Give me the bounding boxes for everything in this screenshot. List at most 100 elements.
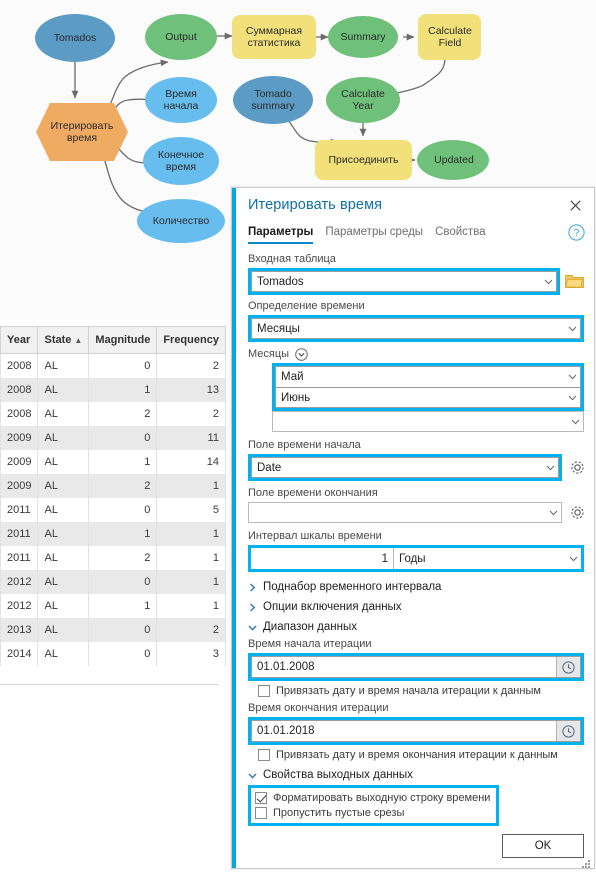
- checkbox-label-bind-start: Привязать дату и время начала итерации к…: [276, 685, 541, 697]
- column-header-state[interactable]: State ▲: [37, 326, 90, 354]
- iteration-start-input[interactable]: 01.01.2008: [251, 656, 581, 678]
- table-cell-frequency: 5: [156, 498, 226, 522]
- highlight-time-interval: 1 Годы: [248, 545, 584, 572]
- ok-button[interactable]: OK: [502, 834, 584, 858]
- month-combobox-1[interactable]: Май: [275, 366, 581, 387]
- table-cell-magnitude: 1: [88, 450, 158, 474]
- table-cell-magnitude: 1: [88, 522, 158, 546]
- table-cell-year: 2009: [0, 474, 39, 498]
- end-time-field-combobox[interactable]: [248, 502, 562, 523]
- table-row[interactable]: 2011 AL 0 5: [0, 498, 226, 522]
- table-cell-frequency: 11: [156, 426, 226, 450]
- start-time-field-combobox[interactable]: Date: [251, 457, 559, 478]
- section-time-interval-subset[interactable]: Поднабор временного интервала: [236, 577, 594, 597]
- node-shape-iterate: [36, 103, 128, 161]
- column-header-magnitude[interactable]: Magnitude: [88, 326, 158, 354]
- section-label-output-properties: Свойства выходных данных: [263, 769, 413, 781]
- table-cell-year: 2009: [0, 426, 39, 450]
- row-input-table: Tomados: [236, 268, 594, 295]
- highlight-time-definition: Месяцы: [248, 315, 584, 342]
- geoprocessing-dialog[interactable]: Итерировать время Параметры Параметры ср…: [231, 187, 595, 869]
- table-row[interactable]: 2008 AL 1 13: [0, 378, 226, 402]
- checkbox-row-bind-end[interactable]: Привязать дату и время окончания итераци…: [236, 749, 594, 761]
- table-row[interactable]: 2011 AL 1 1: [0, 522, 226, 546]
- row-iteration-start-time: 01.01.2008: [236, 653, 594, 681]
- close-icon[interactable]: [566, 196, 584, 214]
- table-row[interactable]: 2013 AL 0 2: [0, 618, 226, 642]
- row-output-checkbox-group: Форматировать выходную строку времени Пр…: [236, 785, 594, 826]
- chevron-down-icon[interactable]: [542, 458, 558, 477]
- table-cell-year: 2012: [0, 570, 39, 594]
- clock-icon[interactable]: [556, 721, 580, 741]
- chevron-down-icon[interactable]: [540, 272, 556, 291]
- column-header-frequency[interactable]: Frequency: [156, 326, 226, 354]
- chevron-down-icon[interactable]: [565, 548, 581, 569]
- table-cell-year: 2013: [0, 618, 39, 642]
- help-icon[interactable]: ?: [568, 224, 585, 241]
- month-1-value: Май: [281, 371, 304, 383]
- iteration-end-input[interactable]: 01.01.2018: [251, 720, 581, 742]
- checkbox-format-output[interactable]: [255, 792, 267, 804]
- table-row[interactable]: 2009 AL 2 1: [0, 474, 226, 498]
- column-header-year[interactable]: Year: [0, 326, 39, 354]
- month-combobox-3[interactable]: [272, 411, 584, 432]
- chevron-down-icon[interactable]: [564, 319, 580, 338]
- row-end-time-field: [236, 502, 594, 523]
- table-row[interactable]: 2012 AL 0 1: [0, 570, 226, 594]
- chevron-down-icon[interactable]: [564, 367, 580, 387]
- table-row[interactable]: 2012 AL 1 1: [0, 594, 226, 618]
- chevron-down-icon[interactable]: [545, 503, 561, 522]
- checkbox-bind-end[interactable]: [258, 749, 270, 761]
- table-cell-state: AL: [37, 378, 90, 402]
- gear-icon[interactable]: [569, 459, 586, 476]
- label-input-table: Входная таблица: [248, 253, 336, 265]
- checkbox-label-bind-end: Привязать дату и время окончания итераци…: [276, 749, 558, 761]
- attribute-table[interactable]: Year State ▲ Magnitude Frequency 2008 AL 0 2…: [0, 326, 226, 666]
- table-cell-frequency: 1: [156, 474, 226, 498]
- checkbox-bind-start[interactable]: [258, 685, 270, 697]
- checkbox-skip-empty[interactable]: [255, 807, 267, 819]
- chevron-right-icon: [248, 582, 257, 592]
- time-definition-combobox[interactable]: Месяцы: [251, 318, 581, 339]
- table-cell-state: AL: [37, 570, 90, 594]
- table-row[interactable]: 2014 AL 0 3: [0, 642, 226, 666]
- table-row[interactable]: 2009 AL 1 14: [0, 450, 226, 474]
- checkbox-row-bind-start[interactable]: Привязать дату и время начала итерации к…: [236, 685, 594, 697]
- section-data-range[interactable]: Диапазон данных: [236, 617, 594, 637]
- table-row[interactable]: 2008 AL 2 2: [0, 402, 226, 426]
- table-row[interactable]: 2008 AL 0 2: [0, 353, 226, 378]
- table-row[interactable]: 2011 AL 2 1: [0, 546, 226, 570]
- input-table-combobox[interactable]: Tomados: [251, 271, 557, 292]
- month-combobox-2[interactable]: Июнь: [275, 387, 581, 408]
- chevron-down-icon[interactable]: [567, 412, 583, 431]
- section-data-inclusion-options[interactable]: Опции включения данных: [236, 597, 594, 617]
- checkbox-label-format-output: Форматировать выходную строку времени: [273, 792, 491, 804]
- table-cell-magnitude: 2: [88, 402, 158, 426]
- table-cell-year: 2008: [0, 378, 39, 402]
- browse-folder-icon[interactable]: [565, 273, 584, 289]
- node-shape-calculate-field: [418, 14, 481, 60]
- clock-icon[interactable]: [556, 657, 580, 677]
- table-bottom-edge: [0, 684, 218, 687]
- resize-grip[interactable]: [582, 856, 591, 868]
- section-output-properties[interactable]: Свойства выходных данных: [236, 765, 594, 785]
- interval-value: 1: [381, 552, 388, 565]
- tab-environments[interactable]: Параметры среды: [325, 226, 423, 242]
- tab-properties[interactable]: Свойства: [435, 226, 486, 242]
- table-cell-magnitude: 0: [88, 498, 158, 522]
- chevron-down-icon[interactable]: [564, 388, 580, 407]
- input-table-value: Tomados: [257, 275, 304, 288]
- gear-icon[interactable]: [569, 504, 586, 521]
- tab-parameters[interactable]: Параметры: [248, 226, 314, 244]
- dialog-tabstrip[interactable]: Параметры Параметры среды Свойства: [248, 226, 584, 248]
- table-row[interactable]: 2009 AL 0 11: [0, 426, 226, 450]
- checkbox-row-format-output[interactable]: Форматировать выходную строку времени: [255, 792, 490, 804]
- interval-unit-combobox[interactable]: Годы: [394, 548, 581, 569]
- column-label-state: State: [44, 334, 72, 346]
- checkbox-row-skip-empty[interactable]: Пропустить пустые срезы: [255, 807, 490, 819]
- iteration-start-value: 01.01.2008: [257, 661, 315, 673]
- months-expand-icon[interactable]: [295, 347, 308, 361]
- svg-text:?: ?: [574, 228, 580, 239]
- interval-value-input[interactable]: 1: [251, 548, 394, 569]
- table-cell-frequency: 2: [156, 618, 226, 642]
